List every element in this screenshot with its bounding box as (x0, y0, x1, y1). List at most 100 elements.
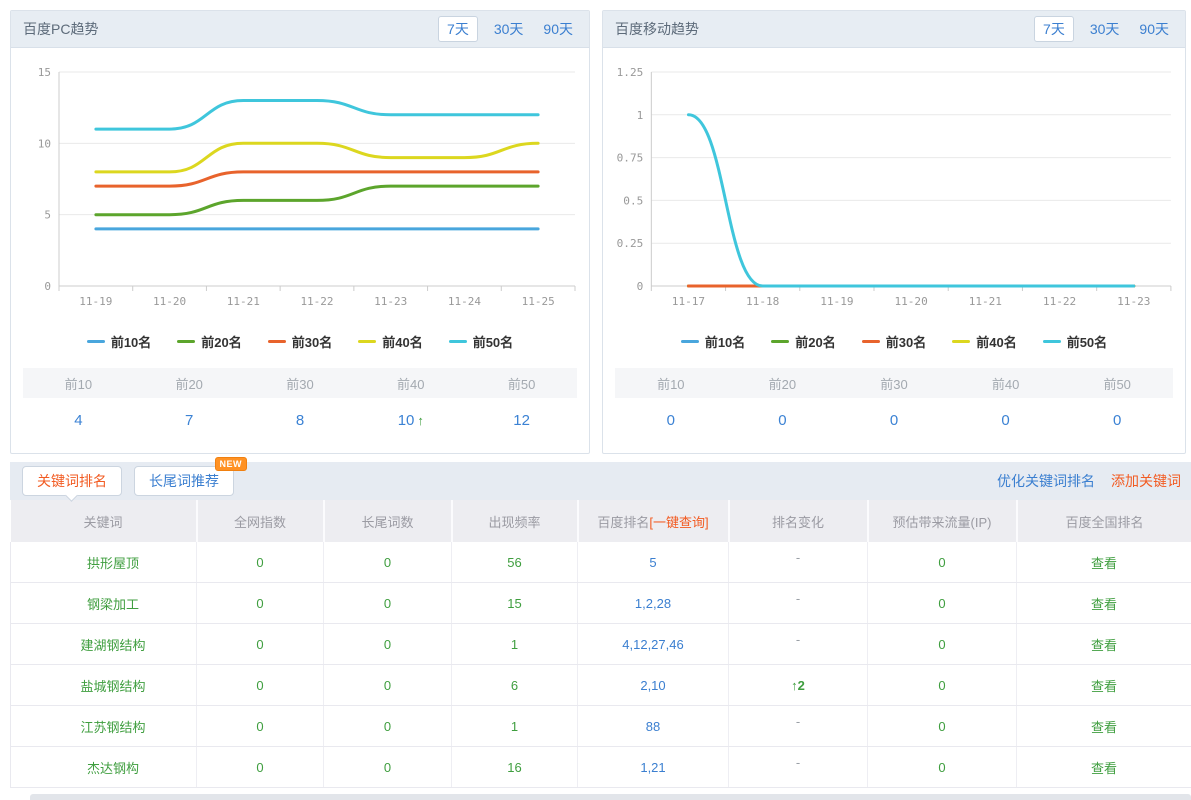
summary-col-top40: 前40 (355, 374, 466, 393)
svg-text:11-21: 11-21 (969, 295, 1002, 308)
summary-col-top20: 前20 (727, 374, 839, 393)
legend-label: 前50名 (1067, 332, 1107, 351)
summary-value-top10[interactable]: 0 (615, 412, 727, 429)
new-badge: NEW (215, 457, 248, 471)
index-cell: 0 (197, 747, 324, 788)
keyword-tabbar: 关键词排名长尾词推荐NEW 优化关键词排名添加关键词 (10, 462, 1191, 500)
legend-item-top40[interactable]: 前40名 (952, 332, 1016, 351)
svg-text:11-23: 11-23 (374, 295, 407, 308)
summary-value-top40[interactable]: 0 (950, 412, 1062, 429)
index-cell: 0 (197, 542, 324, 583)
traffic-cell: 0 (868, 624, 1017, 665)
optimize-keywords-link[interactable]: 优化关键词排名 (997, 473, 1095, 489)
summary-value-top40[interactable]: 10↑ (355, 412, 466, 429)
traffic-cell: 0 (868, 665, 1017, 706)
range-button-30d[interactable]: 30天 (1086, 17, 1124, 41)
baidu-rank-cell: 1,21 (578, 747, 729, 788)
legend-label: 前20名 (795, 332, 835, 351)
col-frequency: 出现频率 (452, 500, 578, 542)
baidu-rank-cell: 88 (578, 706, 729, 747)
keyword-cell: 建湖钢结构 (11, 624, 197, 665)
keyword-actions: 优化关键词排名添加关键词 (981, 471, 1181, 491)
range-button-7d[interactable]: 7天 (1034, 16, 1074, 42)
keyword-row: 建湖钢结构0014,12,27,46-0查看 (11, 624, 1191, 665)
one-click-query-link[interactable]: [一键查询] (649, 515, 708, 530)
baidu-rank-link[interactable]: 5 (649, 555, 656, 570)
summary-col-top40: 前40 (950, 374, 1062, 393)
legend-line-icon (771, 340, 789, 343)
summary-value-top30[interactable]: 0 (838, 412, 950, 429)
view-link[interactable]: 查看 (1091, 638, 1117, 653)
legend-label: 前10名 (111, 332, 151, 351)
legend-item-top20[interactable]: 前20名 (771, 332, 835, 351)
legend-item-top10[interactable]: 前10名 (681, 332, 745, 351)
svg-text:0.75: 0.75 (617, 152, 644, 165)
no-change-dash: - (796, 550, 800, 565)
view-link[interactable]: 查看 (1091, 597, 1117, 612)
summary-value-top30[interactable]: 8 (245, 412, 356, 429)
view-link[interactable]: 查看 (1091, 720, 1117, 735)
baidu-rank-link[interactable]: 4,12,27,46 (622, 637, 683, 652)
range-button-90d[interactable]: 90天 (1135, 17, 1173, 41)
range-button-90d[interactable]: 90天 (539, 17, 577, 41)
svg-text:11-20: 11-20 (894, 295, 927, 308)
index-cell: 0 (197, 624, 324, 665)
keyword-cell: 杰达钢构 (11, 747, 197, 788)
summary-value-top20[interactable]: 0 (727, 412, 839, 429)
mobile-trend-panel-header: 百度移动趋势 7天30天90天 (603, 11, 1185, 48)
legend-line-icon (952, 340, 970, 343)
frequency-cell: 6 (452, 665, 578, 706)
svg-text:11-24: 11-24 (448, 295, 481, 308)
baidu-rank-link[interactable]: 88 (646, 719, 660, 734)
summary-value-top50[interactable]: 0 (1061, 412, 1173, 429)
tab-longtail-recommend[interactable]: 长尾词推荐NEW (134, 466, 234, 496)
baidu-rank-cell: 5 (578, 542, 729, 583)
legend-item-top30[interactable]: 前30名 (862, 332, 926, 351)
mobile-range-switcher: 7天 30天 90天 (1034, 16, 1173, 42)
legend-item-top30[interactable]: 前30名 (268, 332, 332, 351)
legend-label: 前10名 (705, 332, 745, 351)
rank-change-cell: - (729, 583, 868, 624)
svg-text:11-22: 11-22 (300, 295, 333, 308)
pc-trend-summary: 前10前20前30前40前5047810↑12 (23, 368, 577, 442)
summary-value-top10[interactable]: 4 (23, 412, 134, 429)
col-keyword: 关键词 (11, 500, 197, 542)
add-keyword-link[interactable]: 添加关键词 (1111, 473, 1181, 489)
view-link[interactable]: 查看 (1091, 679, 1117, 694)
tail-count-cell: 0 (324, 706, 452, 747)
view-link[interactable]: 查看 (1091, 556, 1117, 571)
legend-item-top50[interactable]: 前50名 (449, 332, 513, 351)
legend-item-top20[interactable]: 前20名 (177, 332, 241, 351)
col-baidu-rank: 百度排名[一键查询] (578, 500, 729, 542)
baidu-rank-link[interactable]: 1,2,28 (635, 596, 671, 611)
summary-value-top50[interactable]: 12 (466, 412, 577, 429)
keyword-cell: 拱形屋顶 (11, 542, 197, 583)
legend-line-icon (1043, 340, 1061, 343)
baidu-rank-link[interactable]: 1,21 (640, 760, 665, 775)
next-section-top-edge (30, 794, 1191, 800)
pc-trend-chart: 05101511-1911-2011-2111-2211-2311-2411-2… (11, 54, 589, 326)
keyword-table-body: 拱形屋顶00565-0查看钢梁加工00151,2,28-0查看建湖钢结构0014… (11, 542, 1191, 788)
view-link[interactable]: 查看 (1091, 761, 1117, 776)
mobile-trend-summary: 前10前20前30前40前5000000 (615, 368, 1173, 442)
range-button-30d[interactable]: 30天 (490, 17, 528, 41)
legend-item-top50[interactable]: 前50名 (1043, 332, 1107, 351)
baidu-rank-link[interactable]: 2,10 (640, 678, 665, 693)
svg-text:1: 1 (637, 109, 644, 122)
legend-line-icon (862, 340, 880, 343)
keyword-table: 关键词全网指数长尾词数出现频率百度排名[一键查询]排名变化预估带来流量(IP)百… (10, 500, 1191, 788)
tab-keyword-ranking[interactable]: 关键词排名 (22, 466, 122, 496)
legend-line-icon (268, 340, 286, 343)
range-button-7d[interactable]: 7天 (438, 16, 478, 42)
mobile-trend-legend: 前10名 前20名 前30名 前40名 前50名 (603, 328, 1185, 354)
legend-label: 前40名 (382, 332, 422, 351)
rank-change-cell: - (729, 542, 868, 583)
summary-col-top20: 前20 (134, 374, 245, 393)
traffic-cell: 0 (868, 706, 1017, 747)
legend-item-top10[interactable]: 前10名 (87, 332, 151, 351)
legend-item-top40[interactable]: 前40名 (358, 332, 422, 351)
svg-text:11-20: 11-20 (153, 295, 186, 308)
baidu-rank-cell: 2,10 (578, 665, 729, 706)
summary-value-top20[interactable]: 7 (134, 412, 245, 429)
legend-label: 前50名 (473, 332, 513, 351)
